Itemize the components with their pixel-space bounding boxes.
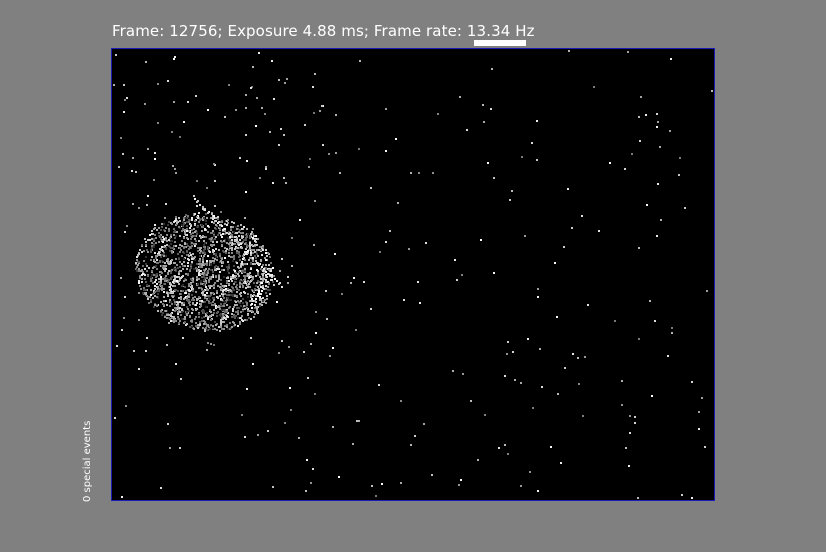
event-image: [113, 50, 713, 499]
event-camera-viewer: Frame: 12756; Exposure 4.88 ms; Frame ra…: [0, 0, 826, 552]
special-events-label: 0 special events: [82, 420, 93, 502]
event-image-viewport[interactable]: [111, 48, 715, 501]
frame-rate-bar: [474, 40, 526, 46]
frame-status-text: Frame: 12756; Exposure 4.88 ms; Frame ra…: [112, 22, 535, 40]
